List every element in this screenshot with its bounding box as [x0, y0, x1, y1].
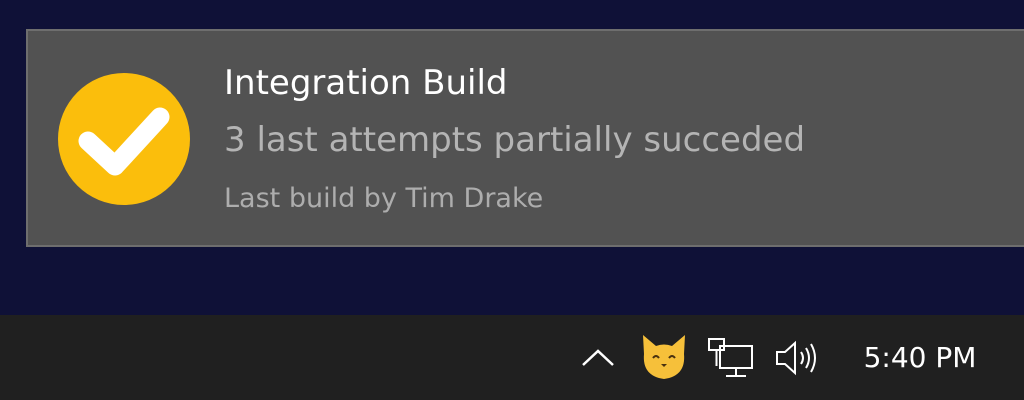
- network-icon[interactable]: [706, 336, 756, 380]
- checkmark-circle-icon: [58, 73, 190, 205]
- volume-icon[interactable]: [773, 339, 821, 377]
- taskbar-clock[interactable]: 5:40 PM: [840, 335, 1000, 381]
- notification-message: 3 last attempts partially succeded: [224, 120, 806, 160]
- taskbar: 5:40 PM: [0, 315, 1024, 400]
- toast-notification[interactable]: Integration Build 3 last attempts partia…: [26, 29, 1024, 247]
- notification-attribution: Last build by Tim Drake: [224, 183, 544, 214]
- cat-icon[interactable]: [639, 332, 689, 382]
- chevron-up-icon[interactable]: [579, 343, 617, 371]
- notification-title: Integration Build: [224, 63, 508, 103]
